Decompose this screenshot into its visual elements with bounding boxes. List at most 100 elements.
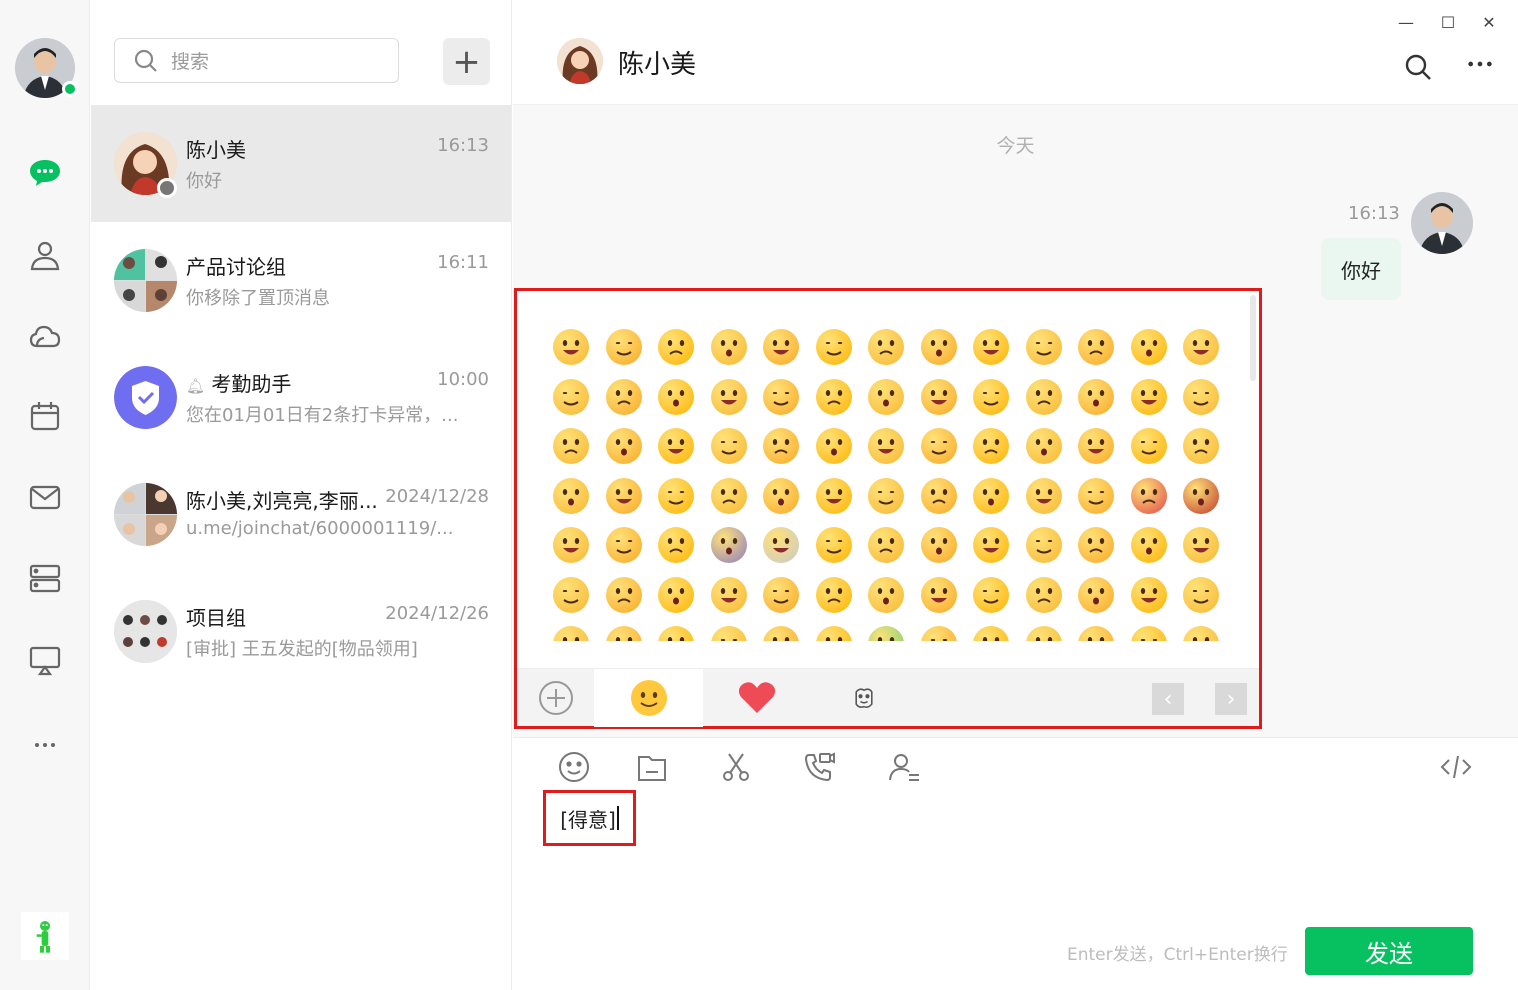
emoji-item[interactable]: [868, 378, 904, 415]
emoji-item[interactable]: [868, 576, 904, 613]
emoji-item[interactable]: [1078, 527, 1114, 563]
maximize-button[interactable]: ☐: [1435, 10, 1461, 34]
emoji-item[interactable]: [973, 428, 1009, 464]
emoji-item[interactable]: [1025, 527, 1062, 563]
smiley-icon[interactable]: [594, 669, 703, 727]
emoji-icon[interactable]: [555, 748, 593, 786]
call-icon[interactable]: [800, 748, 838, 786]
emoji-item[interactable]: [815, 576, 852, 613]
emoji-item[interactable]: [1130, 428, 1167, 464]
send-button[interactable]: 发送: [1305, 927, 1473, 975]
add-button[interactable]: +: [443, 38, 490, 85]
emoji-item[interactable]: [815, 428, 852, 464]
emoji-item[interactable]: [920, 428, 957, 464]
sticker-icon[interactable]: [810, 669, 917, 727]
emoji-item[interactable]: [1130, 527, 1167, 563]
emoji-item[interactable]: [1078, 576, 1114, 613]
emoji-item[interactable]: [973, 576, 1009, 613]
emoji-item[interactable]: [605, 527, 642, 563]
emoji-item[interactable]: [920, 378, 957, 415]
emoji-item[interactable]: [815, 477, 852, 514]
emoji-item[interactable]: [920, 527, 957, 563]
share-contact-icon[interactable]: [885, 748, 923, 786]
screenshot-scissors-icon[interactable]: [717, 748, 755, 786]
emoji-item[interactable]: [815, 527, 852, 563]
emoji-item[interactable]: [605, 378, 642, 415]
emoji-item[interactable]: [710, 626, 747, 641]
emoji-item[interactable]: [605, 428, 642, 464]
screen-share-icon[interactable]: [25, 640, 65, 680]
emoji-item[interactable]: [868, 626, 904, 641]
emoji-item[interactable]: [553, 477, 589, 514]
emoji-item[interactable]: [1025, 626, 1062, 641]
emoji-item[interactable]: [605, 329, 642, 365]
message-input[interactable]: [得意]: [543, 790, 636, 846]
emoji-item[interactable]: [868, 329, 904, 365]
emoji-item[interactable]: [1183, 626, 1219, 641]
emoji-item[interactable]: [920, 626, 957, 641]
emoji-item[interactable]: [1183, 576, 1219, 613]
file-icon[interactable]: [633, 748, 671, 786]
emoji-item[interactable]: [815, 378, 852, 415]
emoji-item[interactable]: [763, 378, 799, 415]
emoji-item[interactable]: [868, 477, 904, 514]
emoji-item[interactable]: [815, 329, 852, 365]
emoji-item[interactable]: [1130, 329, 1167, 365]
mail-icon[interactable]: [25, 477, 65, 517]
emoji-item[interactable]: [1130, 477, 1167, 514]
chat-icon[interactable]: [25, 152, 65, 192]
emoji-item[interactable]: [605, 576, 642, 613]
emoji-item[interactable]: [1130, 378, 1167, 415]
emoji-item[interactable]: [920, 477, 957, 514]
emoji-item[interactable]: [973, 527, 1009, 563]
emoji-item[interactable]: [1078, 329, 1114, 365]
emoji-item[interactable]: [1130, 576, 1167, 613]
conversation-item[interactable]: 陈小美,刘亮亮,李丽... 2024/12/28 u.me/joinchat/6…: [91, 456, 511, 573]
emoji-item[interactable]: [1025, 378, 1062, 415]
conversation-item[interactable]: 项目组 2024/12/26 [审批] 王五发起的[物品领用]: [91, 573, 511, 690]
contacts-icon[interactable]: [25, 235, 65, 275]
emoji-item[interactable]: [553, 329, 589, 365]
emoji-item[interactable]: [605, 626, 642, 641]
search-chat-icon[interactable]: [1401, 50, 1435, 84]
emoji-item[interactable]: [1025, 428, 1062, 464]
emoji-item[interactable]: [710, 378, 747, 415]
emoji-item[interactable]: [553, 576, 589, 613]
emoji-item[interactable]: [763, 527, 799, 563]
emoji-item[interactable]: [658, 428, 694, 464]
code-snippet-icon[interactable]: [1437, 748, 1475, 786]
emoji-item[interactable]: [1025, 576, 1062, 613]
emoji-item[interactable]: [658, 329, 694, 365]
emoji-item[interactable]: [920, 576, 957, 613]
emoji-item[interactable]: [710, 329, 747, 365]
emoji-item[interactable]: [553, 527, 589, 563]
more-icon[interactable]: [25, 721, 65, 761]
emoji-item[interactable]: [973, 329, 1009, 365]
emoji-item[interactable]: [658, 378, 694, 415]
next-page-icon[interactable]: ›: [1215, 683, 1247, 715]
conversation-item[interactable]: 产品讨论组 16:11 你移除了置顶消息: [91, 222, 511, 339]
emoji-item[interactable]: [710, 428, 747, 464]
emoji-item[interactable]: [763, 576, 799, 613]
emoji-item[interactable]: [763, 626, 799, 641]
emoji-item[interactable]: [868, 428, 904, 464]
emoji-item[interactable]: [973, 477, 1009, 514]
emoji-item[interactable]: [605, 477, 642, 514]
emoji-item[interactable]: [1025, 329, 1062, 365]
previous-page-icon[interactable]: ‹: [1152, 683, 1184, 715]
close-button[interactable]: ✕: [1476, 10, 1502, 34]
emoji-item[interactable]: [868, 527, 904, 563]
storage-icon[interactable]: [25, 558, 65, 598]
search-input[interactable]: 搜索: [114, 38, 399, 83]
heart-icon[interactable]: [703, 669, 810, 727]
message-bubble[interactable]: 你好: [1321, 238, 1401, 300]
emoji-item[interactable]: [763, 329, 799, 365]
emoji-item[interactable]: [658, 626, 694, 641]
emoji-item[interactable]: [763, 428, 799, 464]
emoji-item[interactable]: [553, 378, 589, 415]
emoji-item[interactable]: [658, 576, 694, 613]
emoji-item[interactable]: [1078, 626, 1114, 641]
add-emoji-icon[interactable]: [517, 669, 594, 727]
calendar-icon[interactable]: [25, 396, 65, 436]
emoji-item[interactable]: [710, 527, 747, 563]
